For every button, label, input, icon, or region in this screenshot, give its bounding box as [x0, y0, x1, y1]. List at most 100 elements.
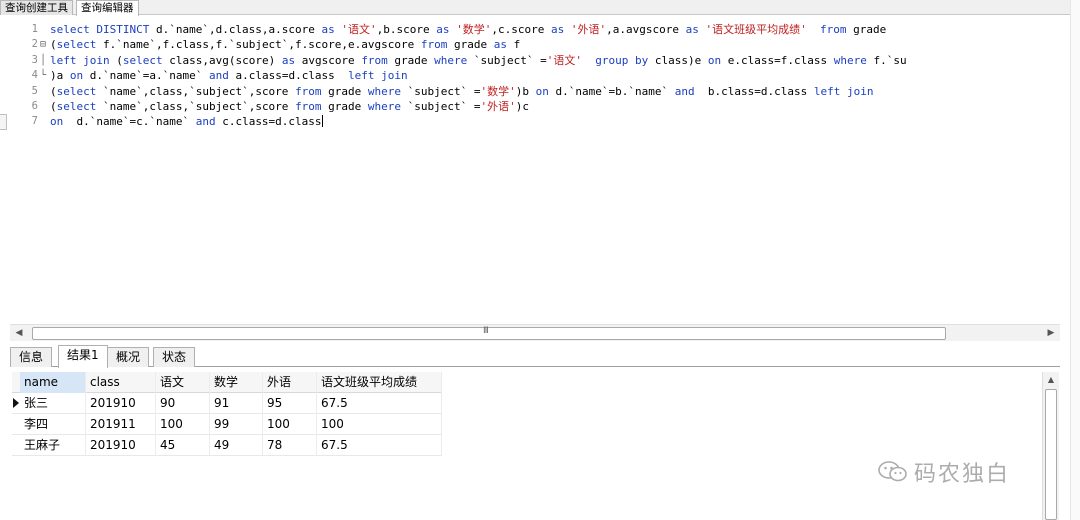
sql-keyword: select [56, 100, 97, 113]
sql-editor[interactable]: 1 select DISTINCT d.`name`,d.class,a.scor… [10, 16, 1060, 324]
column-header[interactable]: class [86, 372, 156, 393]
sql-string: '外语' [480, 100, 516, 113]
sql-text: grade [447, 38, 494, 52]
table-cell[interactable]: 95 [263, 393, 317, 414]
sql-keyword: on [707, 53, 722, 67]
table-row[interactable]: 王麻子 201910 45 49 78 67.5 [12, 435, 442, 456]
sql-keyword: on [535, 84, 549, 98]
sql-keyword: from [361, 53, 388, 67]
sql-text: )a [50, 69, 70, 83]
table-cell[interactable]: 67.5 [317, 393, 442, 414]
table-cell[interactable]: 45 [156, 435, 210, 456]
sql-text: c.class=d.class [215, 115, 322, 129]
vertical-scrollbar-thumb[interactable] [1045, 389, 1057, 520]
code-text: (select f.`name`,f.class,f.`subject`,f.s… [50, 37, 520, 52]
sql-keyword: left join [813, 84, 874, 98]
sql-text: avgscore [295, 53, 362, 67]
table-cell[interactable]: 99 [210, 414, 263, 435]
table-row[interactable]: 张三 201910 90 91 95 67.5 [12, 393, 442, 414]
table-cell[interactable]: 李四 [20, 414, 86, 435]
sql-keyword: select [56, 38, 97, 52]
sql-text: ,a.avgscore [606, 23, 686, 36]
fold-guide: └ [40, 70, 47, 82]
code-line[interactable]: 6 (select `name`,class,`subject`,score fr… [10, 99, 1060, 114]
table-cell[interactable]: 201911 [86, 414, 156, 435]
sql-text: ( [50, 100, 57, 113]
wechat-watermark: 码农独白 [878, 455, 1010, 489]
sql-keyword: group by [595, 53, 649, 67]
column-header[interactable]: 外语 [263, 372, 317, 393]
table-cell[interactable]: 张三 [20, 393, 86, 414]
code-line[interactable]: 2 ⊟ (select f.`name`,f.class,f.`subject`,f… [10, 37, 1060, 52]
sql-keyword: where [367, 100, 402, 113]
current-row-marker-icon [13, 398, 19, 408]
line-number: 6 [31, 100, 38, 112]
scroll-left-arrow-icon[interactable]: ◀ [12, 327, 26, 340]
sql-keyword: select [56, 84, 97, 98]
column-header[interactable]: name [20, 372, 86, 393]
tab-query-editor[interactable]: 查询编辑器 [76, 0, 139, 16]
line-number: 5 [31, 84, 38, 97]
sql-keyword: as [685, 23, 699, 36]
sql-text: ( [50, 84, 57, 98]
tab-query-builder[interactable]: 查询创建工具 [0, 0, 73, 15]
table-cell[interactable]: 67.5 [317, 435, 442, 456]
table-cell[interactable]: 49 [210, 435, 263, 456]
scrollbar-grip-icon: III [483, 326, 489, 336]
side-panel-handle[interactable] [0, 114, 7, 130]
table-cell[interactable]: 91 [210, 393, 263, 414]
sql-text: b.class=d.class [694, 84, 814, 98]
code-line[interactable]: 4 └)a on d.`name`=a.`name` and a.class=d.… [10, 68, 1060, 83]
window-right-edge [1070, 0, 1080, 520]
sql-string: '语文' [546, 53, 583, 67]
sql-keyword: where [367, 84, 402, 98]
sql-text: ( [50, 38, 57, 52]
sql-text: d.`name`=b.`name` [548, 84, 675, 98]
table-cell[interactable]: 王麻子 [20, 435, 86, 456]
code-line[interactable]: 5 (select `name`,class,`subject`,score fr… [10, 84, 1060, 99]
sql-text: d.`name`=a.`name` [83, 69, 209, 83]
sql-string: '外语' [570, 23, 607, 36]
sql-keyword: left join [50, 53, 110, 67]
sql-text: grade [387, 53, 435, 67]
table-cell[interactable]: 90 [156, 393, 210, 414]
code-line[interactable]: 1 select DISTINCT d.`name`,d.class,a.scor… [10, 22, 1060, 37]
sql-keyword: on [50, 115, 64, 129]
table-cell[interactable]: 201910 [86, 435, 156, 456]
line-number: 7 [31, 115, 38, 128]
code-text: )a on d.`name`=a.`name` and a.class=d.cl… [50, 68, 408, 83]
sql-keyword: from [819, 23, 847, 36]
sql-keyword: as [493, 38, 507, 52]
column-header[interactable]: 语文班级平均成绩 [317, 372, 442, 393]
tab-status[interactable]: 状态 [153, 347, 196, 367]
tab-info[interactable]: 信息 [10, 347, 53, 367]
scrollbar-thumb[interactable]: III [32, 326, 946, 340]
table-cell[interactable]: 100 [156, 414, 210, 435]
scroll-right-arrow-icon[interactable]: ▶ [1044, 327, 1058, 340]
sql-text: ,b.score [376, 23, 437, 36]
code-line[interactable]: 7 on d.`name`=c.`name` and c.class=d.clas… [10, 114, 1060, 129]
column-header[interactable]: 数学 [210, 372, 263, 393]
table-row[interactable]: 李四 201911 100 99 100 100 [12, 414, 442, 435]
sql-keyword: and [674, 84, 695, 98]
table-cell[interactable]: 78 [263, 435, 317, 456]
tab-result-1[interactable]: 结果1 [58, 345, 108, 368]
code-line[interactable]: 3 │ left join (select class,avg(score) as … [10, 53, 1060, 68]
column-header[interactable]: 语文 [156, 372, 210, 393]
tab-profile[interactable]: 概况 [107, 347, 150, 367]
sql-string: '数学' [480, 84, 516, 98]
top-tab-strip: 查询创建工具 查询编辑器 [0, 0, 1080, 16]
table-cell[interactable]: 100 [317, 414, 442, 435]
editor-horizontal-scrollbar[interactable]: ◀ III ▶ [10, 324, 1060, 341]
grid-vertical-scrollbar[interactable]: ▲ [1042, 372, 1059, 520]
sql-text: `name`,class,`subject`,score [96, 100, 296, 113]
sql-text: f.`name`,f.class,f.`subject`,f.score,e.a… [96, 38, 421, 52]
table-cell[interactable]: 100 [263, 414, 317, 435]
line-number: 3 [31, 53, 38, 66]
sql-text: grade [321, 100, 368, 113]
scroll-up-arrow-icon[interactable]: ▲ [1043, 373, 1059, 387]
fold-toggle-icon[interactable]: ⊟ [40, 37, 50, 52]
table-cell[interactable]: 201910 [86, 393, 156, 414]
